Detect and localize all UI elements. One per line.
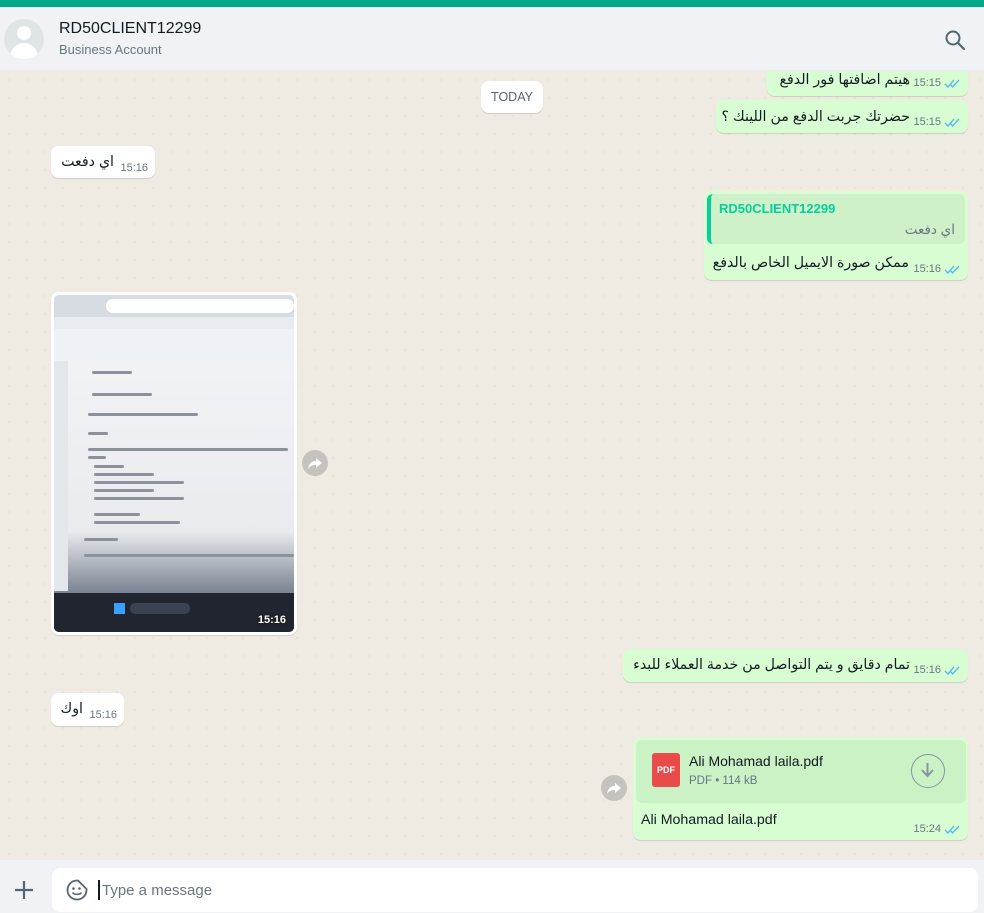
message-meta: 15:15	[913, 116, 960, 128]
message-bubble-incoming[interactable]: اوك 15:16	[51, 693, 124, 726]
message-text: اوك	[60, 701, 84, 717]
photo-text-line	[88, 432, 108, 435]
message-text: هيتم اضافتها فور الدفع	[779, 72, 910, 88]
message-time: 15:16	[120, 162, 148, 174]
document-message[interactable]: PDF Ali Mohamad laila.pdf PDF • 114 kB A…	[633, 737, 968, 840]
document-caption: Ali Mohamad laila.pdf	[641, 812, 777, 828]
message-input-box[interactable]	[52, 868, 978, 912]
search-icon[interactable]	[942, 27, 968, 53]
top-accent-bar	[0, 0, 984, 7]
photo-text-line	[94, 465, 124, 468]
photo-text-line	[94, 497, 184, 500]
message-time: 15:16	[257, 614, 286, 626]
pdf-file-label: PDF	[657, 765, 675, 775]
photo-start-icon	[114, 603, 125, 614]
read-ticks-icon	[944, 666, 960, 675]
avatar-head	[17, 26, 31, 40]
photo-browser-bar	[54, 295, 294, 317]
read-ticks-icon	[944, 825, 960, 834]
read-ticks-icon	[944, 265, 960, 274]
forward-icon[interactable]	[601, 775, 627, 801]
text-caret	[98, 880, 100, 900]
message-time: 15:15	[913, 77, 941, 89]
contact-subtitle: Business Account	[59, 42, 162, 57]
message-meta: 15:15	[913, 77, 960, 89]
message-meta: 15:24	[913, 823, 960, 835]
pdf-file-icon: PDF	[652, 753, 680, 787]
message-bubble-outgoing[interactable]: RD50CLIENT12299 اي دفعت ممكن صورة الايمي…	[704, 191, 968, 280]
photo-sidebar	[54, 361, 68, 591]
chat-header[interactable]: RD50CLIENT12299 Business Account	[0, 7, 984, 71]
message-time: 15:16	[913, 664, 941, 676]
document-file-info: PDF • 114 kB	[689, 775, 758, 787]
message-meta: 15:16	[120, 162, 148, 174]
download-icon[interactable]	[911, 754, 945, 788]
attach-plus-icon[interactable]	[12, 878, 36, 902]
quote-text: اي دفعت	[904, 222, 955, 237]
date-divider: TODAY	[481, 81, 543, 113]
photo-url-field	[106, 299, 294, 313]
message-composer	[0, 860, 984, 913]
message-list[interactable]: هيتم اضافتها فور الدفع 15:15 حضرتك جربت …	[0, 71, 984, 860]
photo-text-line	[84, 538, 118, 541]
message-text: ممكن صورة الايميل الخاص بالدفع	[712, 255, 909, 271]
sticker-emoji-icon[interactable]	[65, 878, 89, 902]
photo-text-line	[92, 393, 152, 396]
document-card[interactable]: PDF Ali Mohamad laila.pdf PDF • 114 kB	[636, 740, 966, 803]
read-ticks-icon	[944, 118, 960, 127]
photo-text-line	[94, 489, 154, 492]
avatar-body	[10, 43, 38, 59]
message-bubble-outgoing[interactable]: هيتم اضافتها فور الدفع 15:15	[767, 71, 968, 96]
message-meta: 15:16	[913, 263, 960, 275]
quote-author: RD50CLIENT12299	[719, 201, 836, 216]
message-bubble-incoming[interactable]: اي دفعت 15:16	[51, 146, 155, 178]
message-bubble-outgoing[interactable]: تمام دقايق و يتم التواصل من خدمة العملاء…	[623, 649, 968, 682]
photo-text-line	[94, 521, 180, 524]
message-meta: 15:16	[913, 664, 960, 676]
quoted-message[interactable]: RD50CLIENT12299 اي دفعت	[707, 194, 965, 244]
message-text: اي دفعت	[61, 154, 114, 170]
message-time: 15:16	[89, 709, 117, 721]
contact-name[interactable]: RD50CLIENT12299	[59, 20, 201, 38]
forward-icon[interactable]	[302, 450, 328, 476]
message-input[interactable]	[102, 868, 962, 912]
photo-taskbar-search	[130, 603, 190, 614]
payment-screenshot-photo[interactable]: 15:16	[54, 295, 294, 632]
read-ticks-icon	[944, 79, 960, 88]
photo-text-line	[94, 473, 154, 476]
message-text: حضرتك جربت الدفع من اللينك ؟	[721, 109, 910, 125]
photo-text-line	[94, 513, 140, 516]
image-message[interactable]: 15:16	[51, 292, 297, 635]
message-time: 15:15	[913, 116, 941, 128]
photo-text-line	[92, 371, 132, 374]
photo-bookmarks	[54, 317, 294, 329]
message-meta: 15:16	[89, 709, 117, 721]
default-avatar-icon[interactable]	[4, 19, 44, 59]
message-text: تمام دقايق و يتم التواصل من خدمة العملاء…	[633, 657, 910, 673]
photo-text-line	[88, 456, 106, 459]
message-time: 15:24	[913, 823, 941, 835]
photo-text-line	[94, 481, 184, 484]
photo-text-line	[84, 554, 294, 557]
message-bubble-outgoing[interactable]: حضرتك جربت الدفع من اللينك ؟ 15:15	[716, 100, 968, 133]
photo-toolbar	[54, 329, 294, 361]
photo-text-line	[88, 413, 198, 416]
message-time: 15:16	[913, 263, 941, 275]
photo-text-line	[88, 448, 288, 451]
document-file-name: Ali Mohamad laila.pdf	[689, 753, 823, 769]
